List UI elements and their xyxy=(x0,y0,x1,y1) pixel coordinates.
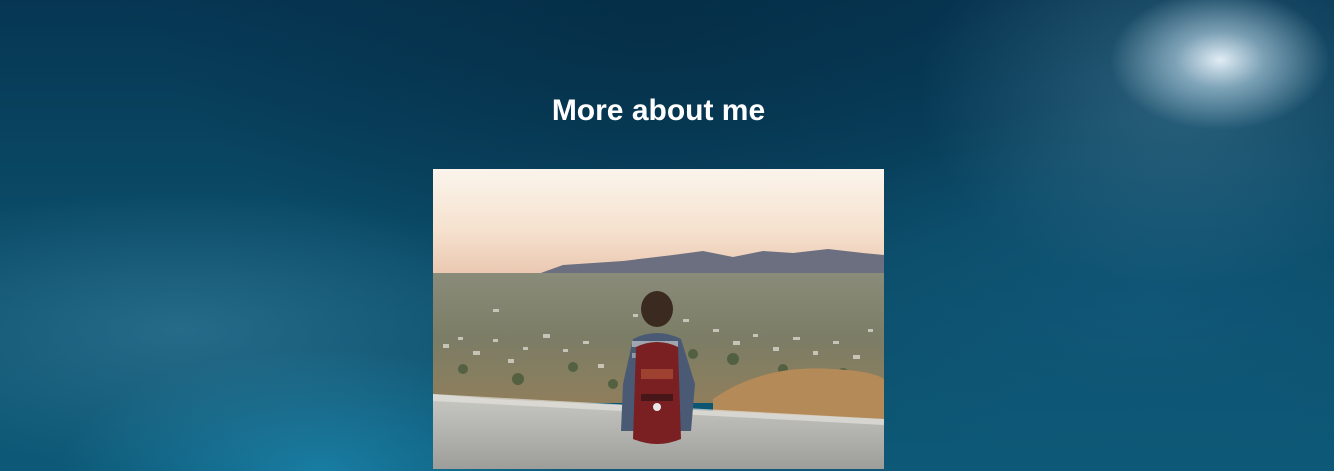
section-heading: More about me xyxy=(551,94,766,127)
about-section: More about me xyxy=(0,0,1334,471)
about-photo xyxy=(433,169,884,469)
landscape-photo-illustration xyxy=(433,169,884,469)
